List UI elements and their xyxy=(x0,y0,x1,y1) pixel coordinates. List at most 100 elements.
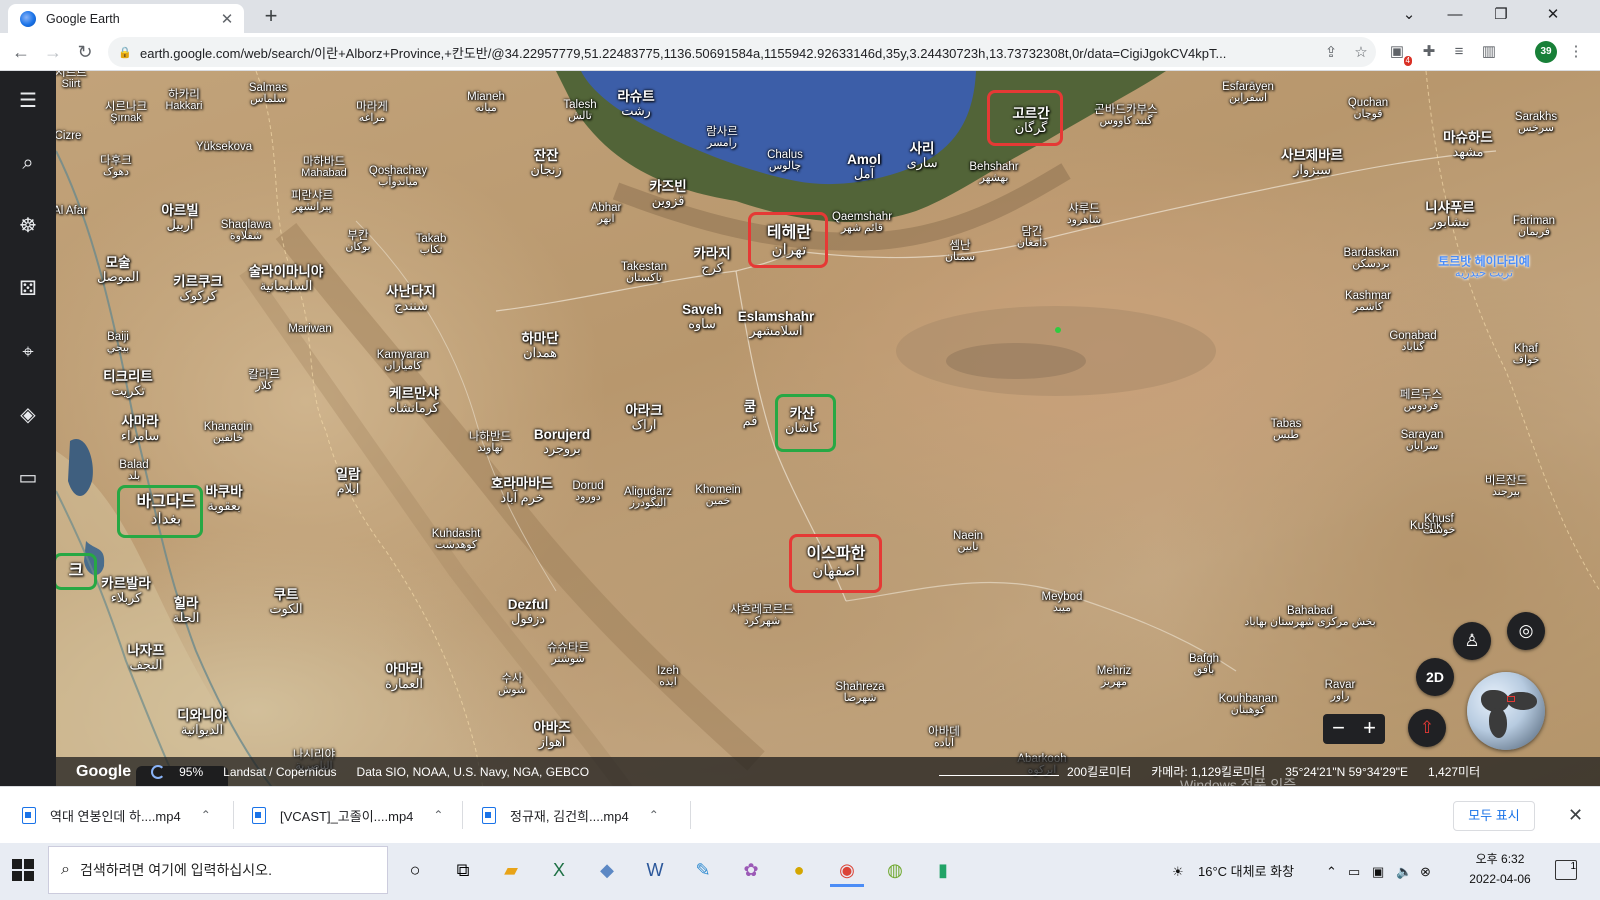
highlight-gorgan xyxy=(987,90,1063,146)
zoom-control: − + xyxy=(1323,714,1385,744)
word-icon[interactable]: W xyxy=(638,853,672,887)
chrome-icon[interactable]: ◉ xyxy=(830,853,864,887)
video-file-icon xyxy=(482,806,496,824)
projects-pin-icon[interactable]: ⌖ xyxy=(13,337,43,367)
taskbar-search-box[interactable]: ⌕ 검색하려면 여기에 입력하십시오. xyxy=(48,846,388,894)
compass-icon[interactable]: ⇧ xyxy=(1408,709,1446,747)
tab-title: Google Earth xyxy=(46,11,120,26)
new-tab-button[interactable]: + xyxy=(258,4,284,30)
google-logo: Google xyxy=(76,762,132,780)
excel-icon[interactable]: X xyxy=(542,853,576,887)
address-bar[interactable]: 🔒 earth.google.com/web/search/이란+Alborz+… xyxy=(108,37,1376,67)
pycharm-icon[interactable]: ▮ xyxy=(926,853,960,887)
minimize-button[interactable]: — xyxy=(1432,0,1478,33)
imagery-credit[interactable]: Landsat / Copernicus xyxy=(223,765,336,779)
notification-center-icon[interactable]: 1 xyxy=(1555,860,1577,880)
downloads-bar: 역대 연봉인데 하....mp4 ⌃ [VCAST]_고졸이....mp4 ⌃ … xyxy=(0,786,1600,843)
zoom-in-button[interactable]: + xyxy=(1354,714,1385,744)
chevron-up-icon[interactable]: ⌃ xyxy=(201,808,211,822)
network-icon[interactable]: ▭ xyxy=(1348,843,1360,900)
load-progress: 95% xyxy=(179,764,204,779)
share-icon[interactable]: ⇪ xyxy=(1316,43,1346,61)
my-location-icon[interactable]: ◎ xyxy=(1507,612,1545,650)
notepad-icon[interactable]: ✎ xyxy=(686,853,720,887)
maximize-button[interactable]: ❐ xyxy=(1478,0,1524,33)
map-style-layers-icon[interactable]: ◈ xyxy=(13,400,43,430)
tab-google-earth[interactable]: Google Earth ✕ xyxy=(8,4,244,33)
voyager-wheel-icon[interactable]: ☸ xyxy=(13,211,43,241)
taskbar-search-placeholder: 검색하려면 여기에 입력하십시오. xyxy=(79,862,272,878)
weather-sun-icon[interactable]: ☀ xyxy=(1172,843,1184,900)
zoom-out-button[interactable]: − xyxy=(1323,714,1354,744)
loading-spinner-icon xyxy=(151,764,166,779)
chevron-up-icon[interactable]: ⌃ xyxy=(433,808,443,822)
divider xyxy=(233,801,234,829)
file-explorer-icon[interactable]: ▰ xyxy=(494,853,528,887)
windows-start-icon[interactable] xyxy=(12,859,34,881)
lock-icon[interactable]: 🔒 xyxy=(118,46,132,59)
download-item[interactable]: 역대 연봉인데 하....mp4 ⌃ xyxy=(22,798,211,832)
map-status-bar: Google 95% Landsat / Copernicus Data SIO… xyxy=(56,757,1600,786)
view-mode-2d-button[interactable]: 2D xyxy=(1416,658,1454,696)
divider xyxy=(690,801,691,829)
forward-button[interactable]: → xyxy=(40,39,66,65)
volume-icon[interactable]: 🔈 xyxy=(1396,843,1412,900)
cortana-icon[interactable]: ○ xyxy=(398,853,432,887)
extensions-puzzle-icon[interactable]: ✚ xyxy=(1418,41,1440,63)
search-icon: ⌕ xyxy=(61,861,70,878)
earth-map-view[interactable]: 시르트 Siirt 하카리 Hakkari Salmas سلماس 마라게 مراغه Mia… xyxy=(56,71,1600,804)
highlight-partial-label xyxy=(56,553,97,590)
show-all-downloads-button[interactable]: 모두 표시 xyxy=(1453,801,1535,831)
display-icon[interactable]: ▣ xyxy=(1372,843,1384,900)
chevron-up-icon[interactable]: ⌃ xyxy=(649,808,659,822)
reload-button[interactable]: ↻ xyxy=(72,39,98,65)
paint-icon[interactable]: ✿ xyxy=(734,853,768,887)
task-view-icon[interactable]: ⧉ xyxy=(446,853,480,887)
browser-toolbar: ← → ↻ 🔒 earth.google.com/web/search/이란+A… xyxy=(0,33,1600,71)
app-icon[interactable]: ◆ xyxy=(590,853,624,887)
close-window-button[interactable]: ✕ xyxy=(1530,0,1576,33)
url-text[interactable]: earth.google.com/web/search/이란+Alborz+Pr… xyxy=(140,43,1316,62)
extension-icon[interactable]: ▣ 4 xyxy=(1386,41,1412,66)
browser-menu-icon[interactable]: ⋮ xyxy=(1565,41,1587,63)
clock-time: 오후 6:32 xyxy=(1475,852,1525,866)
earth-sidebar: ☰ ⌕ ☸ ⚄ ⌖ ◈ ▭ xyxy=(0,71,56,804)
divider xyxy=(462,801,463,829)
clock-date: 2022-04-06 xyxy=(1469,872,1531,886)
tray-chevron-icon[interactable]: ⌃ xyxy=(1326,843,1337,900)
search-icon[interactable]: ⌕ xyxy=(13,148,43,178)
download-item[interactable]: [VCAST]_고졸이....mp4 ⌃ xyxy=(252,798,443,832)
profile-avatar[interactable]: 39 xyxy=(1535,41,1557,63)
ime-status-icon[interactable]: ⊗ xyxy=(1420,843,1431,900)
close-downloads-icon[interactable]: ✕ xyxy=(1568,805,1583,826)
media-queue-icon[interactable]: ≡ xyxy=(1448,41,1470,63)
side-panel-icon[interactable]: ▥ xyxy=(1478,41,1500,63)
notification-count: 1 xyxy=(1570,861,1576,872)
download-filename: 정규재, 김건희....mp4 xyxy=(510,808,629,824)
globe-viewport-marker xyxy=(1507,696,1515,702)
overview-globe[interactable] xyxy=(1467,672,1545,750)
scale-bar xyxy=(939,768,1060,776)
highlight-isfahan xyxy=(789,534,882,593)
scale-label: 200킬로미터 xyxy=(1067,765,1132,779)
pegman-street-view-icon[interactable]: ♙ xyxy=(1453,622,1491,660)
weather-text[interactable]: 16°C 대체로 화창 xyxy=(1198,843,1294,900)
camera-altitude: 카메라: 1,129킬로미터 xyxy=(1151,765,1266,779)
bookmark-star-icon[interactable]: ☆ xyxy=(1346,43,1376,61)
measure-ruler-icon[interactable]: ▭ xyxy=(13,463,43,493)
back-button[interactable]: ← xyxy=(8,39,34,65)
app-icon[interactable]: ◍ xyxy=(878,853,912,887)
video-file-icon xyxy=(252,806,266,824)
highlight-baghdad xyxy=(117,485,203,538)
tab-search-chevron-icon[interactable]: ⌄ xyxy=(1386,0,1432,33)
download-filename: [VCAST]_고졸이....mp4 xyxy=(280,808,414,824)
system-clock[interactable]: 오후 6:32 2022-04-06 xyxy=(1465,849,1535,889)
feeling-lucky-dice-icon[interactable]: ⚄ xyxy=(13,274,43,304)
highlight-tehran xyxy=(748,212,828,268)
hamburger-menu-icon[interactable]: ☰ xyxy=(13,86,43,116)
windows-taskbar: ⌕ 검색하려면 여기에 입력하십시오. ○ ⧉ ▰ X ◆ W ✎ ✿ ● ◉ … xyxy=(0,843,1600,900)
download-item[interactable]: 정규재, 김건희....mp4 ⌃ xyxy=(482,798,659,832)
kakaotalk-icon[interactable]: ● xyxy=(782,853,816,887)
data-credit: Data SIO, NOAA, U.S. Navy, NGA, GEBCO xyxy=(356,764,590,779)
close-tab-icon[interactable]: ✕ xyxy=(218,10,236,28)
